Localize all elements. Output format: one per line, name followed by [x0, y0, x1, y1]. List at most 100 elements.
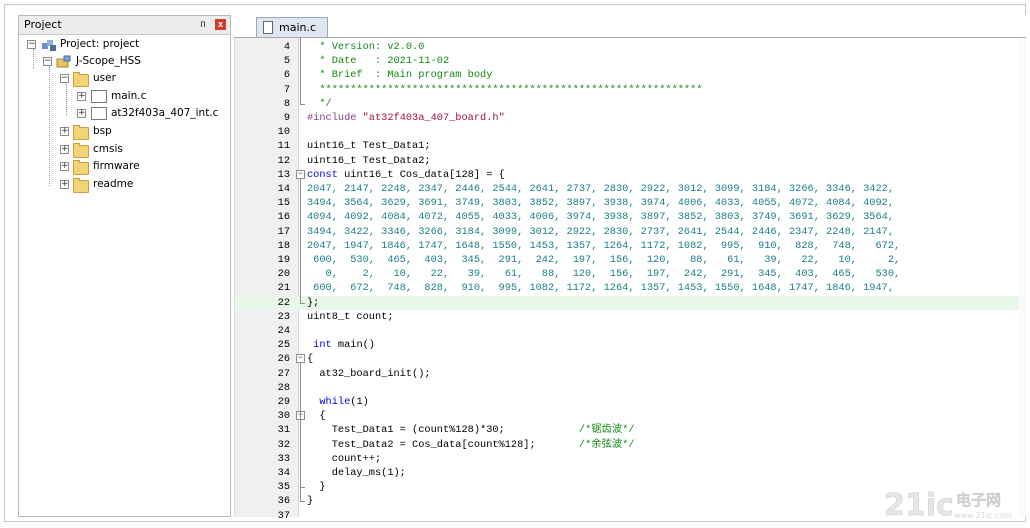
line-number: 8: [283, 97, 290, 110]
tree-item-user[interactable]: − user: [60, 71, 220, 88]
tree-item-project[interactable]: − Project: project: [27, 37, 227, 54]
code-line[interactable]: 20 0, 2, 10, 22, 39, 61, 88, 120, 156, 1…: [235, 267, 1027, 281]
code-line[interactable]: 19 600, 530, 465, 403, 345, 291, 242, 19…: [235, 253, 1027, 267]
code-line[interactable]: 28: [235, 381, 1027, 395]
collapse-icon[interactable]: −: [60, 74, 69, 83]
line-number: 36: [277, 495, 290, 508]
line-number-cell: 18: [235, 239, 298, 253]
line-number-cell: 7: [235, 83, 298, 97]
line-number-cell: 15: [235, 196, 298, 210]
tree-item-int-c[interactable]: + at32f403a_407_int.c: [77, 106, 227, 123]
code-line[interactable]: 14 2047, 2147, 2248, 2347, 2446, 2544, 26…: [235, 182, 1027, 196]
code-line[interactable]: 7 **************************************…: [235, 83, 1027, 97]
code-line[interactable]: 18 2047, 1947, 1846, 1747, 1648, 1550, 14…: [235, 239, 1027, 253]
project-panel: Project ᴨ x − Project: project − J-Scope…: [18, 15, 231, 517]
vertical-scrollbar[interactable]: [1019, 38, 1027, 517]
tree-label-main-c: main.c: [111, 90, 147, 102]
code-line[interactable]: 6 * Brief : Main program body: [235, 68, 1027, 82]
tree-connector: [49, 66, 50, 186]
code-text: const uint16_t Cos_data[128] = {: [307, 168, 505, 181]
line-number: 11: [277, 140, 290, 153]
code-line[interactable]: 5 * Date : 2021-11-02: [235, 54, 1027, 68]
code-line[interactable]: 22};: [235, 295, 1027, 310]
code-line[interactable]: 4 * Version: v2.0.0: [235, 40, 1027, 54]
expand-icon[interactable]: +: [60, 162, 69, 171]
pin-icon[interactable]: ᴨ: [198, 19, 208, 30]
code-line[interactable]: 30− {: [235, 409, 1027, 423]
code-text: #include "at32f403a_407_board.h": [307, 112, 505, 124]
line-number: 15: [277, 197, 290, 210]
code-line[interactable]: 16 4094, 4092, 4084, 4072, 4055, 4033, 40…: [235, 210, 1027, 224]
code-text: uint16_t Test_Data1;: [307, 140, 431, 153]
line-number: 24: [277, 325, 290, 337]
line-number: 30: [277, 410, 290, 423]
code-line[interactable]: 8 */: [235, 97, 1027, 111]
fold-guide: [300, 420, 301, 488]
tree-label-readme: readme: [93, 178, 134, 190]
tree-item-firmware[interactable]: + firmware: [60, 159, 220, 176]
expand-icon[interactable]: +: [77, 92, 86, 101]
line-number: 32: [277, 438, 290, 451]
line-number-cell: 22: [235, 296, 298, 310]
tree-item-bsp[interactable]: + bsp: [60, 124, 220, 141]
line-number: 9: [283, 112, 290, 124]
code-text: 600, 672, 748, 828, 910, 995, 1082, 1172…: [307, 282, 895, 295]
code-editor[interactable]: 4 * Version: v2.0.0 5 * Date : 2021-11-02…: [234, 36, 1027, 522]
tree-item-readme[interactable]: + readme: [60, 177, 220, 194]
expand-icon[interactable]: +: [60, 145, 69, 154]
code-line[interactable]: 11 uint16_t Test_Data1;: [235, 139, 1027, 153]
code-line[interactable]: 31 Test_Data1 = (count%128)*30; /*锯齿波*/: [235, 423, 1027, 437]
code-line[interactable]: 12 uint16_t Test_Data2;: [235, 154, 1027, 168]
close-icon[interactable]: x: [215, 19, 226, 30]
code-line[interactable]: 25 int main(): [235, 338, 1027, 352]
folder-icon: [73, 125, 89, 140]
code-line[interactable]: 32 Test_Data2 = Cos_data[count%128]; /*余…: [235, 438, 1027, 452]
code-line[interactable]: 26−{: [235, 352, 1027, 366]
fold-guide: [300, 178, 301, 303]
line-number-cell: 11: [235, 139, 298, 153]
code-line[interactable]: 10: [235, 125, 1027, 139]
code-line[interactable]: 33 count++;: [235, 452, 1027, 466]
line-number: 13: [277, 168, 290, 181]
line-number: 18: [277, 239, 290, 252]
code-line[interactable]: 21 600, 672, 748, 828, 910, 995, 1082, 1…: [235, 281, 1027, 295]
code-line[interactable]: 17 3494, 3422, 3346, 3266, 3184, 3099, 30…: [235, 225, 1027, 239]
line-number-cell: 10: [235, 125, 298, 139]
tab-main-c[interactable]: main.c: [256, 17, 328, 37]
fold-toggle-icon[interactable]: −: [296, 169, 305, 179]
code-text: {: [307, 353, 314, 366]
line-number: 31: [277, 424, 290, 437]
code-line[interactable]: 13− const uint16_t Cos_data[128] = {: [235, 168, 1027, 182]
project-panel-title: Project: [24, 18, 62, 31]
expand-icon[interactable]: +: [60, 127, 69, 136]
code-text: Test_Data1 = (count%128)*30; /*锯齿波*/: [307, 424, 635, 437]
fold-toggle-icon[interactable]: −: [296, 354, 305, 364]
expand-icon[interactable]: +: [77, 109, 86, 118]
collapse-icon[interactable]: −: [27, 40, 36, 49]
expand-icon[interactable]: +: [60, 180, 69, 189]
code-text: {: [307, 410, 326, 423]
line-number: 33: [277, 452, 290, 465]
code-line[interactable]: 34 delay_ms(1);: [235, 466, 1027, 480]
tree-item-target[interactable]: − J-Scope_HSS: [43, 54, 223, 71]
tab-label: main.c: [279, 21, 317, 34]
tree-item-main-c[interactable]: + main.c: [77, 89, 217, 106]
line-number: 12: [277, 154, 290, 167]
folder-open-icon: [73, 72, 89, 87]
code-line[interactable]: 9 #include "at32f403a_407_board.h": [235, 111, 1027, 125]
code-text: 3494, 3564, 3629, 3691, 3749, 3803, 3852…: [307, 197, 895, 210]
code-line[interactable]: 23 uint8_t count;: [235, 310, 1027, 324]
tree-item-cmsis[interactable]: + cmsis: [60, 142, 220, 159]
code-line[interactable]: 15 3494, 3564, 3629, 3691, 3749, 3803, 38…: [235, 196, 1027, 210]
code-line[interactable]: 27 at32_board_init();: [235, 367, 1027, 381]
tree-connector: [66, 84, 67, 116]
fold-guide-end: [300, 501, 305, 503]
fold-guide-end: [300, 487, 305, 489]
watermark-logo: 21ic 电子网 www.21ic.com: [882, 486, 1022, 524]
collapse-icon[interactable]: −: [43, 57, 52, 66]
tree-label-target: J-Scope_HSS: [76, 55, 141, 67]
code-line[interactable]: 29 while(1): [235, 395, 1027, 409]
code-text: Test_Data2 = Cos_data[count%128]; /*余弦波*…: [307, 438, 635, 451]
code-line[interactable]: 24: [235, 324, 1027, 338]
line-number: 21: [277, 282, 290, 295]
